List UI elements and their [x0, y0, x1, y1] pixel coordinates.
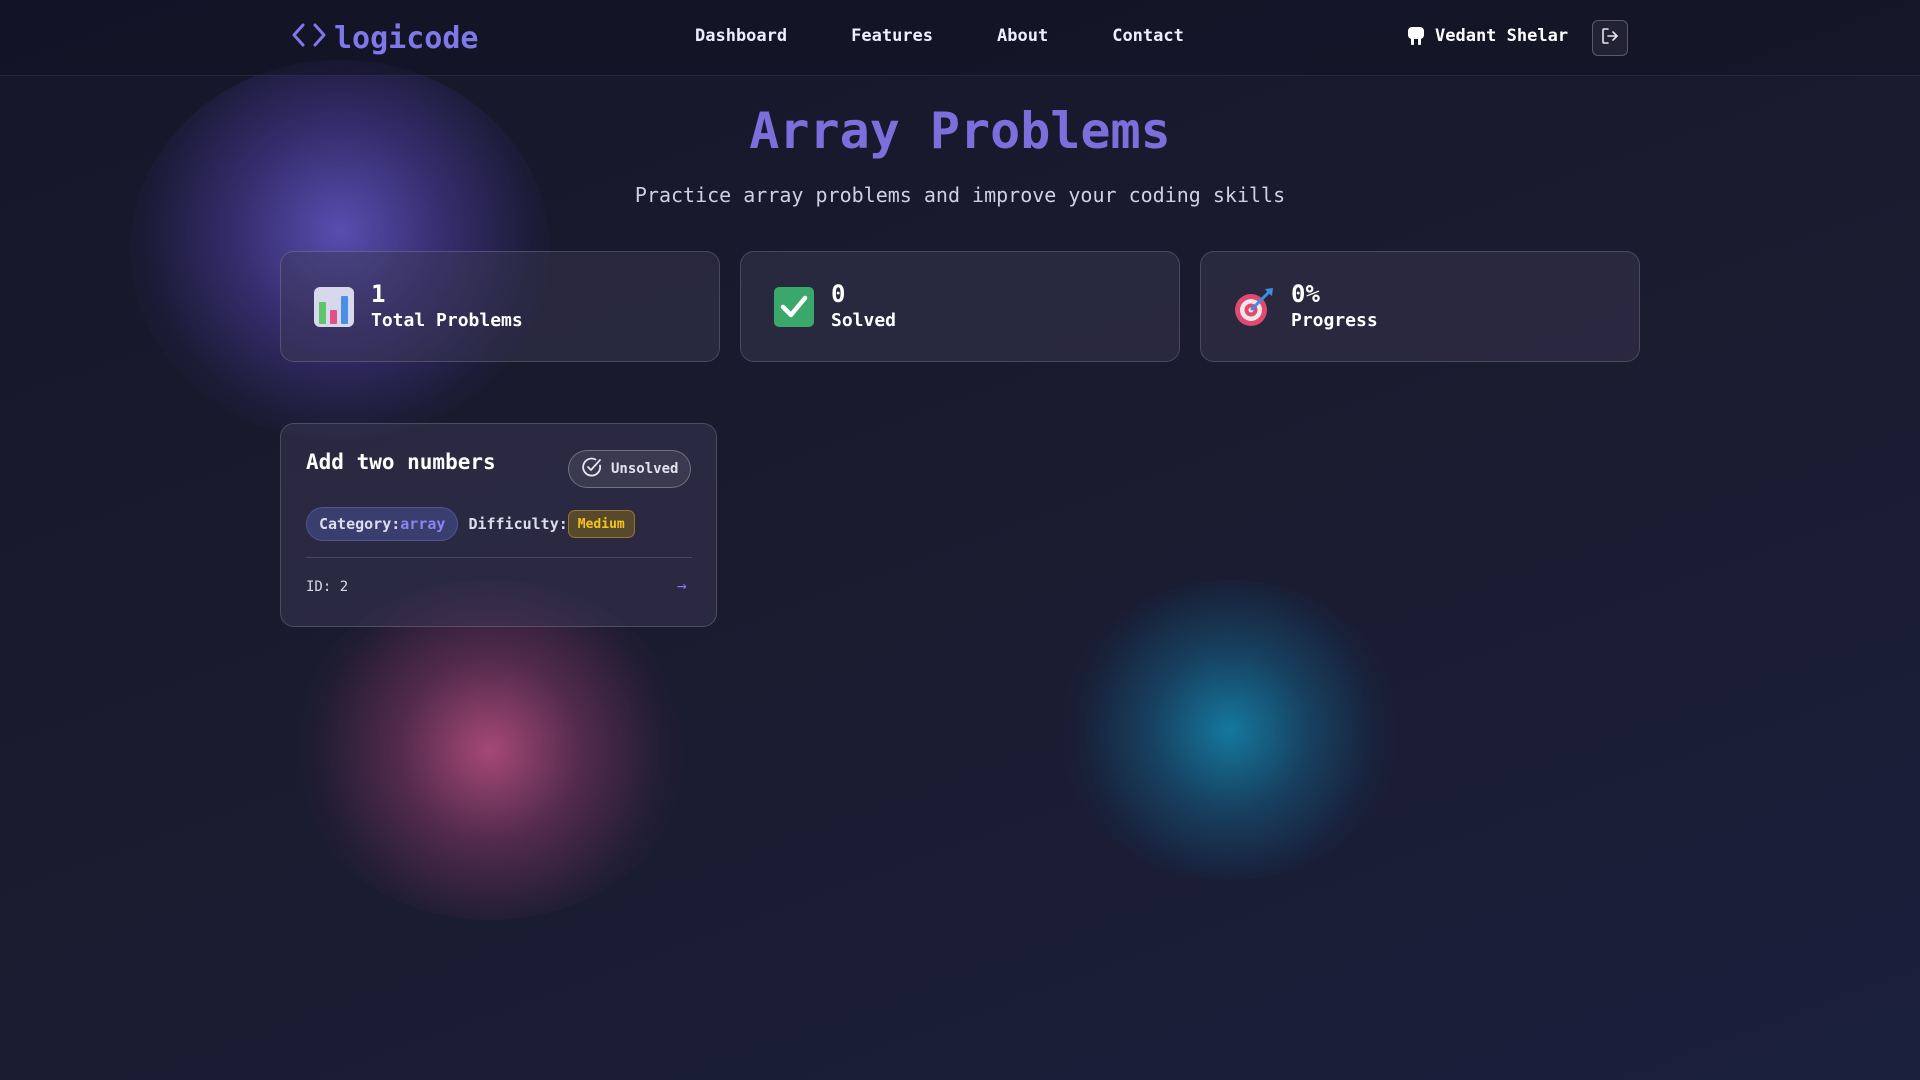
- stat-total-problems: 1 Total Problems: [280, 251, 720, 362]
- user-profile[interactable]: Vedant Shelar: [1407, 26, 1568, 46]
- status-badge: Unsolved: [568, 450, 692, 488]
- stat-value: 1: [371, 279, 386, 308]
- nav-dashboard[interactable]: Dashboard: [695, 26, 787, 46]
- user-icon: [1407, 26, 1425, 46]
- difficulty-label: Difficulty:: [468, 515, 568, 533]
- code-brackets-icon: [292, 22, 326, 55]
- category-value: array: [400, 515, 446, 533]
- bar-chart-icon: [313, 286, 355, 328]
- arrow-right-icon[interactable]: →: [677, 576, 687, 595]
- status-text: Unsolved: [611, 461, 679, 477]
- brand-logo[interactable]: logicode: [292, 18, 479, 58]
- stat-progress: 0% Progress: [1200, 251, 1640, 362]
- problem-tags: Category: array Difficulty: Medium: [306, 507, 635, 541]
- main-nav: Dashboard Features About Contact: [695, 26, 1184, 46]
- problem-card[interactable]: Add two numbers Unsolved Category: array …: [280, 423, 717, 627]
- check-circle-icon: [581, 456, 603, 482]
- user-name: Vedant Shelar: [1435, 26, 1569, 46]
- stat-label: Progress: [1291, 309, 1378, 331]
- stat-label: Solved: [831, 309, 897, 331]
- stat-label: Total Problems: [371, 309, 523, 331]
- target-icon: [1233, 286, 1275, 328]
- page-title: Array Problems: [749, 102, 1171, 160]
- category-label: Category:: [319, 515, 401, 533]
- category-tag: Category: array: [306, 507, 459, 541]
- nav-contact[interactable]: Contact: [1112, 26, 1184, 46]
- brand-name: logicode: [334, 20, 479, 56]
- difficulty-badge: Medium: [567, 510, 635, 538]
- page-subtitle: Practice array problems and improve your…: [634, 183, 1286, 207]
- check-box-icon: [773, 286, 815, 328]
- background-glow-pink: [290, 580, 690, 920]
- stat-value: 0: [831, 279, 846, 308]
- nav-features[interactable]: Features: [851, 26, 933, 46]
- card-divider: [306, 557, 692, 558]
- top-navbar: logicode Dashboard Features About Contac…: [0, 0, 1920, 76]
- stat-solved: 0 Solved: [740, 251, 1180, 362]
- stat-value: 0%: [1291, 279, 1320, 308]
- logout-button[interactable]: [1592, 20, 1628, 56]
- problem-id: ID: 2: [306, 579, 349, 595]
- nav-about[interactable]: About: [997, 26, 1048, 46]
- logout-icon: [1601, 27, 1619, 49]
- background-glow-teal: [1060, 580, 1400, 880]
- problem-title[interactable]: Add two numbers: [306, 450, 496, 474]
